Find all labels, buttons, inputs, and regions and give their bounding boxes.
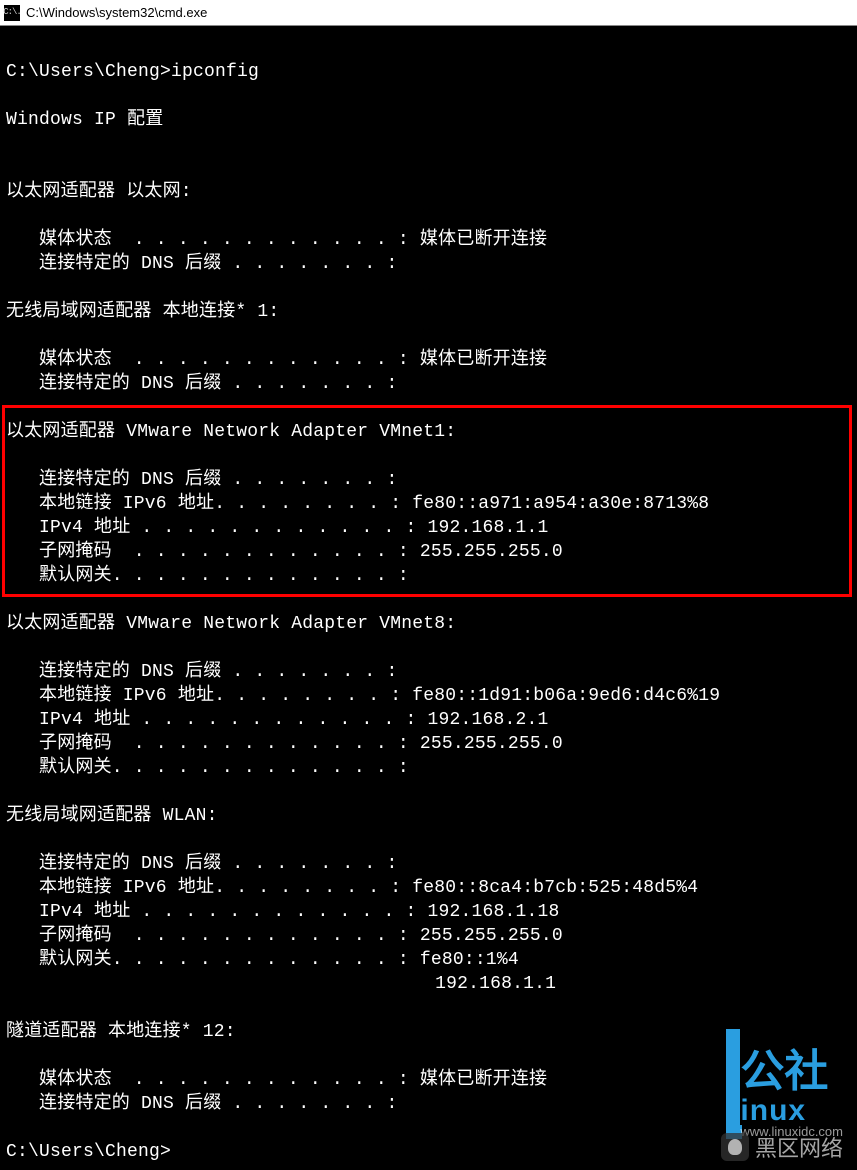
watermark-heiqu-text: 黑区网络	[755, 1131, 843, 1163]
terminal-output[interactable]: C:\Users\Cheng>ipconfig Windows IP 配置 以太…	[0, 26, 857, 1170]
watermark-linuxidc: 公社 inux www.linuxidc.com	[726, 1029, 843, 1139]
watermark-big-text: 公社	[740, 1050, 828, 1094]
watermark-inux: inux	[740, 1094, 806, 1128]
cmd-icon-text: C:\.	[3, 8, 21, 17]
window-title: C:\Windows\system32\cmd.exe	[26, 5, 207, 20]
cmd-icon: C:\.	[4, 5, 20, 21]
watermark-heiqu: 黑区网络	[721, 1131, 843, 1163]
window-titlebar[interactable]: C:\. C:\Windows\system32\cmd.exe	[0, 0, 857, 26]
mushroom-icon	[721, 1133, 749, 1161]
